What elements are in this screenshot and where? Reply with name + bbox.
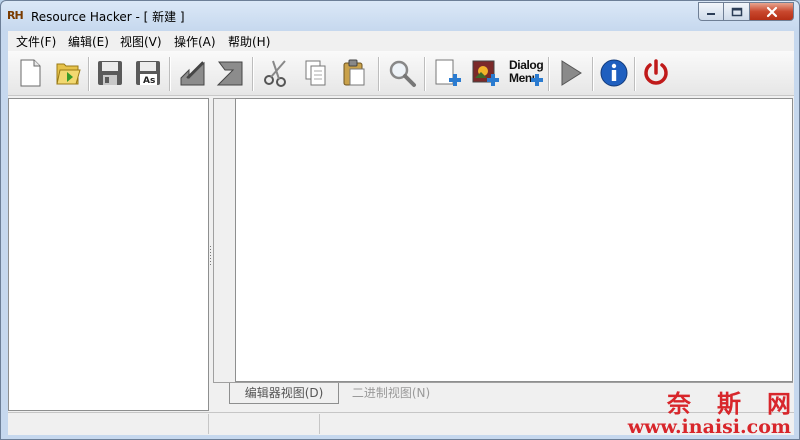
toolbar-separator xyxy=(592,57,594,91)
toolbar-separator xyxy=(548,57,550,91)
tab-binary-view[interactable]: 二进制视图(N) xyxy=(337,383,445,403)
menu-bar: 文件(F) 编辑(E) 视图(V) 操作(A) 帮助(H) xyxy=(8,31,794,51)
about-button[interactable] xyxy=(598,57,630,89)
menu-edit[interactable]: 编辑(E) xyxy=(68,33,109,50)
dialog-menu-line1: Dialog xyxy=(509,58,544,72)
paste-icon xyxy=(343,59,365,86)
exit-button[interactable] xyxy=(640,57,672,89)
resource-tree-pane[interactable] xyxy=(8,98,209,411)
cut-icon xyxy=(264,60,286,87)
add-dialog-menu-button[interactable]: Dialog Menu xyxy=(508,57,544,89)
add-resource-button[interactable] xyxy=(432,57,464,89)
minimize-button[interactable] xyxy=(698,2,724,21)
paste-button[interactable] xyxy=(338,57,370,89)
app-icon[interactable]: RH xyxy=(7,8,25,24)
toolbar-separator xyxy=(169,57,171,91)
compile-run-button[interactable] xyxy=(554,57,586,89)
app-icon-text: RH xyxy=(7,9,24,22)
main-window: RH Resource Hacker - [ 新建 ] 文件(F) 编辑(E) … xyxy=(0,0,800,440)
save-icon xyxy=(98,61,122,85)
exit-power-icon xyxy=(644,59,668,85)
find-button[interactable] xyxy=(386,57,418,89)
open-folder-icon xyxy=(56,63,81,85)
export-arrow-icon xyxy=(216,61,243,86)
client-area: 编辑器视图(D) 二进制视图(N) xyxy=(8,96,794,412)
toolbar-separator xyxy=(424,57,426,91)
save-as-button[interactable]: As xyxy=(132,57,164,89)
compile-run-icon xyxy=(561,60,582,86)
window-title: Resource Hacker - [ 新建 ] xyxy=(31,10,185,24)
open-button[interactable] xyxy=(52,57,84,89)
cut-button[interactable] xyxy=(260,57,292,89)
toolbar-separator xyxy=(634,57,636,91)
menu-view[interactable]: 视图(V) xyxy=(120,33,162,50)
dialog-menu-icon: Dialog Menu xyxy=(508,57,544,89)
about-info-icon xyxy=(600,59,628,87)
add-image-resource-icon xyxy=(472,60,499,86)
export-button[interactable] xyxy=(214,57,246,89)
editor-pane[interactable] xyxy=(235,98,793,382)
close-icon xyxy=(766,6,777,17)
splitter-handle[interactable] xyxy=(209,246,212,266)
status-pane-1 xyxy=(8,414,209,434)
toolbar-separator xyxy=(88,57,90,91)
new-button[interactable] xyxy=(14,57,46,89)
tab-editor-view[interactable]: 编辑器视图(D) xyxy=(229,383,339,404)
plus-icon xyxy=(531,74,543,86)
menu-file[interactable]: 文件(F) xyxy=(16,33,56,50)
menu-help[interactable]: 帮助(H) xyxy=(228,33,270,50)
status-pane-2 xyxy=(209,414,320,434)
maximize-icon xyxy=(731,7,742,16)
add-image-resource-button[interactable] xyxy=(470,57,502,89)
search-icon xyxy=(389,60,416,87)
watermark-chinese: 奈斯网 xyxy=(667,389,791,418)
toolbar-separator xyxy=(252,57,254,91)
add-resource-icon xyxy=(435,59,461,86)
copy-button[interactable] xyxy=(300,57,332,89)
save-button[interactable] xyxy=(94,57,126,89)
watermark-url: www.inaisi.com xyxy=(627,416,791,438)
maximize-button[interactable] xyxy=(724,2,750,21)
watermark: 奈斯网 www.inaisi.com xyxy=(627,391,791,438)
import-button[interactable] xyxy=(176,57,208,89)
close-button[interactable] xyxy=(750,2,794,21)
import-arrow-icon xyxy=(180,61,205,86)
caption-buttons xyxy=(698,2,794,22)
copy-icon xyxy=(305,60,326,86)
title-bar[interactable]: RH Resource Hacker - [ 新建 ] xyxy=(1,1,799,31)
grip-icon xyxy=(210,246,211,265)
menu-action[interactable]: 操作(A) xyxy=(174,33,216,50)
minimize-icon xyxy=(707,12,715,15)
new-file-icon xyxy=(20,59,41,87)
toolbar-separator xyxy=(378,57,380,91)
toolbar: As Dialog Menu xyxy=(8,51,794,96)
save-as-label: As xyxy=(143,76,156,86)
line-number-gutter xyxy=(213,98,235,382)
